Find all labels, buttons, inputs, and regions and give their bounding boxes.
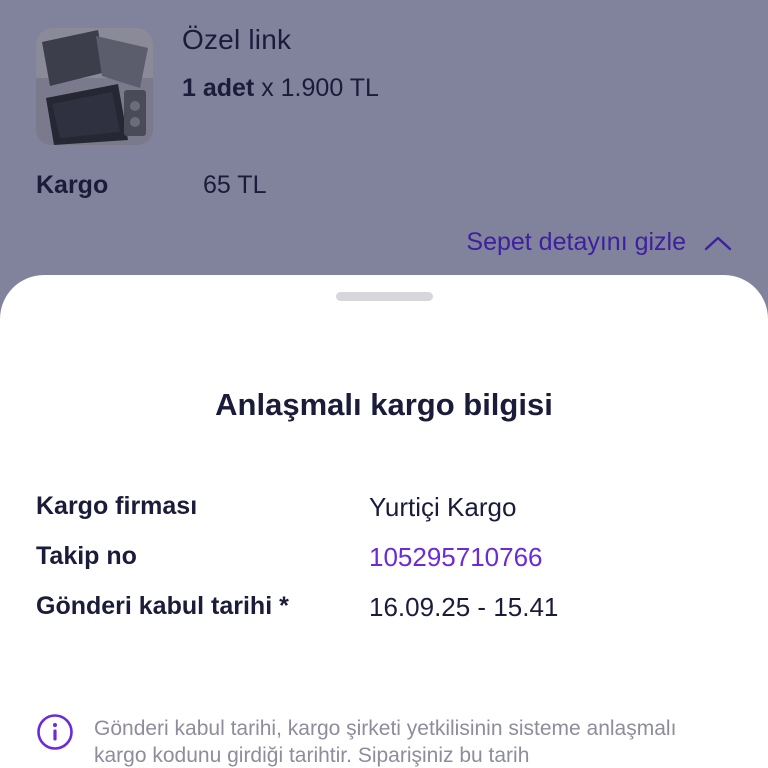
cargo-company-label: Kargo firması [36,492,198,520]
tracking-number-label: Takip no [36,542,137,570]
info-row-tracking-number: Takip no 105295710766 [36,542,736,578]
info-icon [36,713,74,751]
info-row-cargo-company: Kargo firması Yurtiçi Kargo [36,492,736,528]
note-text: Gönderi kabul tarihi, kargo şirketi yetk… [94,717,677,767]
acceptance-date-value: 16.09.25 - 15.41 [369,592,559,622]
hide-basket-details-button[interactable]: Sepet detayını gizle [466,228,732,257]
product-quantity-price: 1 adet x 1.900 TL [182,74,379,103]
cargo-company-value: Yurtiçi Kargo [369,492,517,522]
product-photo-icon [36,28,153,145]
acceptance-date-label: Gönderi kabul tarihi * [36,592,289,620]
shipping-value: 65 TL [203,171,267,199]
shipping-label: Kargo [36,171,109,199]
sheet-drag-handle[interactable] [336,292,433,301]
sheet-title: Anlaşmalı kargo bilgisi [215,387,553,422]
shipping-info-sheet: Anlaşmalı kargo bilgisi Kargo firması Yu… [0,275,768,768]
screen: Özel link 1 adet x 1.900 TL Kargo 65 TL … [0,0,768,768]
chevron-up-icon [704,236,732,250]
info-row-acceptance-date: Gönderi kabul tarihi * 16.09.25 - 15.41 [36,592,736,628]
product-image [36,28,153,145]
product-price: x 1.900 TL [254,74,379,102]
product-quantity: 1 adet [182,74,255,102]
hide-basket-details-label: Sepet detayını gizle [466,228,686,256]
product-name: Özel link [182,24,292,55]
tracking-number-link[interactable]: 105295710766 [369,542,543,573]
